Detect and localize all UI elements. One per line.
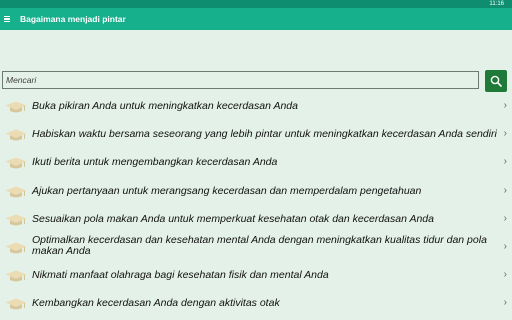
list-item-label: Ajukan pertanyaan untuk merangsang kecer… [32,184,422,197]
chevron-right-icon: › [503,184,507,196]
list-item[interactable]: Ikuti berita untuk mengembangkan kecerda… [0,148,512,176]
graduation-cap-icon [5,101,27,114]
graduation-cap-icon [5,186,27,199]
list-item-label: Ikuti berita untuk mengembangkan kecerda… [32,156,278,169]
chevron-right-icon: › [503,240,507,252]
search-icon [490,75,502,87]
list-item[interactable]: Nikmati manfaat olahraga bagi kesehatan … [0,261,512,289]
chevron-right-icon: › [503,128,507,140]
graduation-cap-icon [5,129,27,142]
search-bar [0,70,512,92]
graduation-cap-icon [5,214,27,227]
list-item-label: Buka pikiran Anda untuk meningkatkan kec… [32,100,298,112]
list-item-label: Habiskan waktu bersama seseorang yang le… [32,128,497,141]
search-input[interactable] [2,71,479,89]
status-bar: 11:16 [0,0,512,8]
graduation-cap-icon [5,270,27,283]
menu-icon[interactable] [4,14,11,24]
graduation-cap-icon [5,242,27,255]
search-button[interactable] [485,70,507,92]
chevron-right-icon: › [503,212,507,224]
list-item[interactable]: Optimalkan kecerdasan dan kesehatan ment… [0,233,512,261]
list-item-label: Nikmati manfaat olahraga bagi kesehatan … [32,269,329,282]
list-item[interactable]: Kembangkan kecerdasan Anda dengan aktivi… [0,289,512,317]
list-item[interactable]: Sesuaikan pola makan Anda untuk memperku… [0,205,512,233]
chevron-right-icon: › [503,269,507,281]
app-title: Bagaimana menjadi pintar [20,14,126,24]
status-time: 11:16 [489,1,504,7]
chevron-right-icon: › [503,100,507,111]
list-item-label: Optimalkan kecerdasan dan kesehatan ment… [32,233,487,258]
graduation-cap-icon [5,157,27,170]
list-item-label: Kembangkan kecerdasan Anda dengan aktivi… [32,297,280,310]
graduation-cap-icon [5,298,27,311]
list-item[interactable]: Buka pikiran Anda untuk meningkatkan kec… [0,92,512,120]
chevron-right-icon: › [503,297,507,309]
list-item[interactable]: Ajukan pertanyaan untuk merangsang kecer… [0,177,512,205]
list-item[interactable]: Habiskan waktu bersama seseorang yang le… [0,120,512,148]
list-item-label: Sesuaikan pola makan Anda untuk memperku… [32,212,434,225]
app-bar: Bagaimana menjadi pintar [0,8,512,30]
topic-list: Buka pikiran Anda untuk meningkatkan kec… [0,92,512,318]
chevron-right-icon: › [503,156,507,168]
